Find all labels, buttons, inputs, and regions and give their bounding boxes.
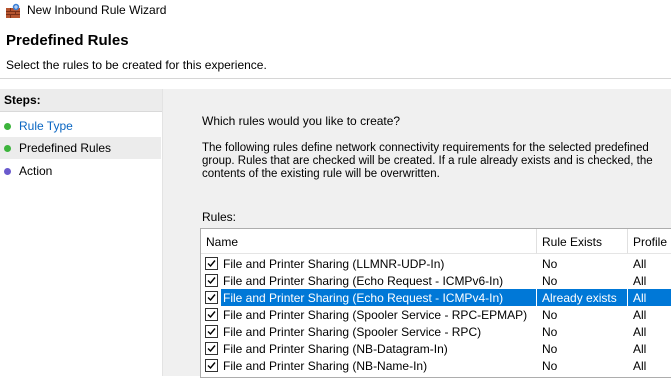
rule-exists-cell: No	[537, 272, 627, 289]
step-label[interactable]: Rule Type	[19, 119, 73, 133]
rule-profile: All	[633, 308, 647, 322]
rule-profile-cell: All	[628, 340, 671, 357]
rule-profile: All	[633, 291, 647, 305]
rule-row[interactable]: File and Printer Sharing (Spooler Servic…	[201, 323, 671, 340]
rule-row[interactable]: File and Printer Sharing (NB-Name-In) No…	[201, 357, 671, 374]
rule-checkbox[interactable]	[205, 257, 218, 270]
rule-profile-cell: All	[628, 323, 671, 340]
column-header-rule-exists[interactable]: Rule Exists	[537, 229, 628, 254]
checkmark-icon	[207, 311, 216, 319]
rule-exists-cell: Already exists	[537, 289, 627, 306]
rule-checkbox[interactable]	[205, 291, 218, 304]
column-header-label: Name	[206, 235, 239, 249]
page-subtitle: Select the rules to be created for this …	[6, 58, 267, 72]
rule-name-cell: File and Printer Sharing (LLMNR-UDP-In)	[221, 255, 536, 272]
rule-exists-cell: No	[537, 306, 627, 323]
rule-name-cell: File and Printer Sharing (Spooler Servic…	[221, 323, 536, 340]
wizard-header: Predefined Rules Select the rules to be …	[0, 22, 671, 79]
rule-profile-cell: All	[628, 306, 671, 323]
column-header-name[interactable]: Name	[201, 229, 537, 254]
rule-profile: All	[633, 325, 647, 339]
steps-header-label: Steps:	[4, 93, 41, 107]
rule-exists: No	[542, 359, 558, 373]
rules-label: Rules:	[202, 210, 237, 224]
rule-name-cell: File and Printer Sharing (Echo Request -…	[221, 289, 536, 306]
rule-name: File and Printer Sharing (Echo Request -…	[223, 274, 504, 288]
column-header-label: Rule Exists	[542, 235, 603, 249]
rule-exists: No	[542, 325, 558, 339]
rule-profile-cell: All	[628, 255, 671, 272]
column-header-label: Profile	[633, 235, 668, 249]
step-label: Action	[19, 164, 53, 178]
rule-profile-cell: All	[628, 289, 671, 306]
checkmark-icon	[207, 345, 216, 353]
rule-name: File and Printer Sharing (NB-Name-In)	[223, 359, 428, 373]
checkmark-icon	[207, 362, 216, 370]
rule-row[interactable]: File and Printer Sharing (Spooler Servic…	[201, 306, 671, 323]
rule-profile-cell: All	[628, 272, 671, 289]
rule-profile: All	[633, 342, 647, 356]
rule-name-cell: File and Printer Sharing (Echo Request -…	[221, 272, 536, 289]
page-title: Predefined Rules	[6, 32, 129, 49]
rule-name-cell: File and Printer Sharing (Spooler Servic…	[221, 306, 536, 323]
rule-checkbox[interactable]	[205, 325, 218, 338]
step-status-icon	[4, 168, 11, 175]
rule-checkbox[interactable]	[205, 359, 218, 372]
rule-name-cell: File and Printer Sharing (NB-Datagram-In…	[221, 340, 536, 357]
rule-name-cell: File and Printer Sharing (NB-Name-In)	[221, 357, 536, 374]
step-status-icon	[4, 145, 11, 152]
rule-profile: All	[633, 257, 647, 271]
rule-checkbox[interactable]	[205, 342, 218, 355]
rule-name: File and Printer Sharing (NB-Datagram-In…	[223, 342, 448, 356]
description-text: The following rules define network conne…	[202, 142, 653, 180]
step-label: Predefined Rules	[19, 141, 112, 155]
rule-profile-cell: All	[628, 357, 671, 374]
rule-row-selected[interactable]: File and Printer Sharing (Echo Request -…	[201, 289, 671, 306]
step-rule-type[interactable]: Rule Type	[0, 115, 161, 137]
rules-list[interactable]: Name Rule Exists Profile File and Printe…	[200, 228, 671, 378]
rule-exists: Already exists	[542, 291, 617, 305]
steps-sidebar: Steps: Rule Type Predefined Rules Action	[0, 89, 163, 376]
rule-name: File and Printer Sharing (Echo Request -…	[223, 291, 504, 305]
rule-checkbox[interactable]	[205, 308, 218, 321]
checkmark-icon	[207, 260, 216, 268]
step-action: Action	[0, 160, 161, 182]
checkmark-icon	[207, 294, 216, 302]
steps-header: Steps:	[0, 89, 162, 112]
rule-exists-cell: No	[537, 340, 627, 357]
rule-exists-cell: No	[537, 357, 627, 374]
rule-row[interactable]: File and Printer Sharing (NB-Datagram-In…	[201, 340, 671, 357]
rule-profile: All	[633, 359, 647, 373]
rule-exists-cell: No	[537, 255, 627, 272]
rule-checkbox[interactable]	[205, 274, 218, 287]
rule-row[interactable]: File and Printer Sharing (LLMNR-UDP-In) …	[201, 255, 671, 272]
rule-profile: All	[633, 274, 647, 288]
rule-name: File and Printer Sharing (LLMNR-UDP-In)	[223, 257, 445, 271]
checkmark-icon	[207, 277, 216, 285]
rule-exists: No	[542, 308, 558, 322]
rule-exists: No	[542, 342, 558, 356]
rule-exists-cell: No	[537, 323, 627, 340]
rule-name: File and Printer Sharing (Spooler Servic…	[223, 308, 528, 322]
main-content: Which rules would you like to create? Th…	[163, 89, 671, 378]
question-text: Which rules would you like to create?	[202, 114, 401, 128]
column-header-profile[interactable]: Profile	[628, 229, 671, 254]
firewall-icon	[5, 3, 21, 19]
rule-exists: No	[542, 257, 558, 271]
checkmark-icon	[207, 328, 216, 336]
step-status-icon	[4, 123, 11, 130]
rule-row[interactable]: File and Printer Sharing (Echo Request -…	[201, 272, 671, 289]
rule-name: File and Printer Sharing (Spooler Servic…	[223, 325, 482, 339]
step-predefined-rules[interactable]: Predefined Rules	[0, 137, 161, 159]
title-bar: New Inbound Rule Wizard	[0, 0, 671, 22]
rule-exists: No	[542, 274, 558, 288]
window-title: New Inbound Rule Wizard	[27, 3, 167, 17]
